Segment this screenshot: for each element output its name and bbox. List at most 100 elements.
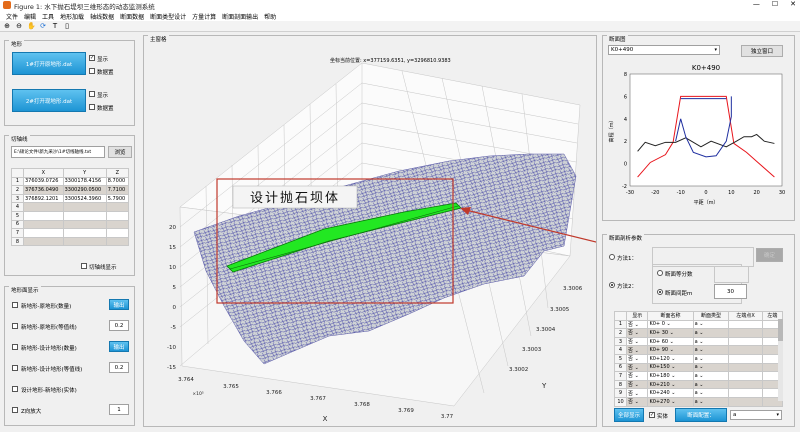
diff-design-contour-label: 新地形-设计地形(等值线) — [21, 367, 83, 373]
menu-section-data[interactable]: 断面数据 — [120, 12, 144, 21]
solid-checkbox[interactable]: ✓ — [649, 412, 655, 418]
show-original-label: 显示 — [97, 57, 109, 63]
y-tick: 3.3006 — [563, 286, 583, 292]
table-row[interactable]: 2否 ⌄ K0+ 30 ⌄ a ⌄ — [614, 328, 784, 338]
y-tick: 3.3005 — [550, 307, 570, 313]
app-icon — [3, 1, 11, 9]
y-axis-label: Y — [541, 382, 547, 390]
section-y-tick: -2 — [622, 184, 627, 190]
contour-interval-field-1[interactable]: 0.2 — [109, 320, 129, 331]
table-row[interactable]: 8 — [11, 236, 130, 247]
x-tick: 3.768 — [354, 402, 370, 408]
display-panel-title: 地形面显示 — [9, 286, 41, 294]
contour-interval-field-2[interactable]: 0.2 — [109, 362, 129, 373]
menu-file[interactable]: 文件 — [6, 12, 18, 21]
segment-count-field[interactable] — [714, 266, 749, 283]
method1-radio[interactable] — [609, 254, 615, 260]
open-original-terrain-button[interactable]: 1#打开原地形.dat — [12, 52, 86, 75]
pan-icon[interactable]: ✋ — [27, 22, 36, 30]
export-button-2[interactable]: 输出 — [109, 341, 129, 352]
show-all-button[interactable]: 全部显示 — [614, 408, 644, 422]
section-x-tick: 0 — [704, 190, 707, 196]
terrain-3d-plot[interactable]: 设计抛石坝体 -15 -10 -5 0 5 10 15 20 3.764 3.7… — [144, 36, 596, 426]
scatter-current-checkbox[interactable] — [89, 104, 95, 110]
show-original-checkbox[interactable]: ✓ — [89, 55, 95, 61]
table-row[interactable]: 8否 ⌄ K0+210 ⌄ a ⌄ — [614, 379, 784, 390]
table-row[interactable]: 5 — [11, 210, 130, 221]
table-row[interactable]: 3 376892.1201 3300524.3960 5.7900 — [11, 193, 130, 204]
confirm-button[interactable]: 确定 — [756, 248, 783, 262]
segment-distance-radio[interactable] — [657, 289, 663, 295]
table-scrollbar[interactable] — [778, 319, 783, 401]
section-plot-area — [629, 73, 783, 187]
table-row[interactable]: 2 376736.0490 3300290.0500 7.7100 — [11, 185, 130, 195]
datatip-icon[interactable]: T — [51, 22, 59, 30]
column-header-show: 显示 — [625, 311, 649, 321]
section-chart[interactable]: K0+490 -30 -20 -10 0 10 20 30 -2 0 2 4 6… — [603, 58, 794, 218]
menu-tools[interactable]: 工具 — [42, 12, 54, 21]
table-row[interactable]: 1 376039.0726 3300178.4156 8.7000 — [11, 176, 130, 187]
minimize-button[interactable]: — — [753, 0, 760, 8]
toolbar: ⊕ ⊖ ✋ ⟳ T ▯ — [0, 21, 800, 32]
section-chart-title: K0+490 — [692, 64, 720, 72]
diff-original-volume-checkbox[interactable] — [12, 302, 18, 308]
table-row[interactable]: 9否 ⌄ K0+240 ⌄ a ⌄ — [614, 388, 784, 398]
show-current-label: 显示 — [97, 93, 109, 99]
segment-distance-field[interactable]: 30 — [714, 284, 747, 299]
method2-radio[interactable] — [609, 282, 615, 288]
table-row[interactable]: 4否 ⌄ K0+ 90 ⌄ a ⌄ — [614, 345, 784, 355]
zoom-out-icon[interactable]: ⊖ — [15, 22, 23, 30]
section-config-value: a — [733, 412, 737, 418]
diff-design-volume-checkbox[interactable] — [12, 344, 18, 350]
table-row[interactable]: 10 否 ⌄ K0+270 ⌄ a ⌄ — [614, 396, 784, 407]
diff-original-contour-checkbox[interactable] — [12, 323, 18, 329]
z-scale-checkbox[interactable] — [12, 407, 18, 413]
export-button-1[interactable]: 输出 — [109, 299, 129, 310]
table-row[interactable]: 6否 ⌄ K0+150 ⌄ a ⌄ — [614, 362, 784, 373]
table-row[interactable]: 3否 ⌄ K0+ 60 ⌄ a ⌄ — [614, 336, 784, 347]
scatter-original-checkbox[interactable] — [89, 68, 95, 74]
diff-original-volume-label: 新地形-原地形(数量) — [21, 304, 72, 310]
z-scale-field[interactable]: 1 — [109, 404, 129, 415]
menu-edit[interactable]: 编辑 — [24, 12, 36, 21]
design-solid-checkbox[interactable] — [12, 386, 18, 392]
table-row[interactable]: 5否 ⌄ K0+120 ⌄ a ⌄ — [614, 353, 784, 364]
menu-axis-data[interactable]: 轴线数据 — [90, 12, 114, 21]
chevron-down-icon: ▾ — [776, 412, 779, 418]
table-row[interactable]: 6 — [11, 219, 130, 230]
detach-window-button[interactable]: 独立窗口 — [741, 45, 783, 57]
show-current-checkbox[interactable] — [89, 91, 95, 97]
open-current-terrain-button[interactable]: 2#打开现地形.dat — [12, 89, 86, 112]
menu-profile-output[interactable]: 断面剖面输出 — [222, 12, 258, 21]
axis-panel: 切轴线 E:\硕论文件\新九采沙\1#切线轴线.txt 浏览 X Y Z 1 37… — [4, 135, 135, 276]
axis-show-checkbox[interactable] — [81, 263, 87, 269]
close-button[interactable]: ✕ — [790, 0, 796, 8]
table-row[interactable]: 4 — [11, 202, 130, 212]
axis-table: X Y Z 1 376039.0726 3300178.4156 8.7000 2 37… — [11, 168, 130, 247]
section-config-select[interactable]: a ▾ — [730, 410, 782, 420]
table-row[interactable]: 1否 ⌄ K0+ 0 ⌄ a ⌄ — [614, 319, 784, 330]
colorbar-icon[interactable]: ▯ — [63, 22, 71, 30]
section-select[interactable]: K0+490 ▾ — [608, 45, 720, 55]
maximize-button[interactable]: ☐ — [772, 0, 778, 8]
browse-button[interactable]: 浏览 — [108, 146, 132, 158]
terrain-panel-title: 地形 — [9, 40, 25, 48]
table-row[interactable]: 7否 ⌄ K0+180 ⌄ a ⌄ — [614, 371, 784, 381]
section-config-button[interactable]: 断面配置： — [675, 408, 727, 422]
rotate-icon[interactable]: ⟳ — [39, 22, 47, 30]
menu-volume[interactable]: 方量计算 — [192, 12, 216, 21]
axis-file-path-field[interactable]: E:\硕论文件\新九采沙\1#切线轴线.txt — [11, 146, 105, 158]
table-row[interactable]: 7 — [11, 228, 130, 238]
menu-bar: 文件 编辑 工具 地形加载 轴线数据 断面数据 断面类型设计 方量计算 断面剖面… — [0, 11, 800, 21]
section-x-label: 平距（m） — [694, 200, 719, 206]
menu-help[interactable]: 帮助 — [264, 12, 276, 21]
y-tick: 3.3003 — [522, 347, 542, 353]
menu-terrain-load[interactable]: 地形加载 — [60, 12, 84, 21]
segment-count-radio[interactable] — [657, 270, 663, 276]
column-header-left-x: 左端点X — [728, 311, 763, 321]
x-tick: 3.764 — [178, 377, 194, 383]
diff-design-contour-checkbox[interactable] — [12, 365, 18, 371]
axis-panel-title: 切轴线 — [9, 135, 30, 143]
zoom-in-icon[interactable]: ⊕ — [3, 22, 11, 30]
menu-section-design[interactable]: 断面类型设计 — [150, 12, 186, 21]
